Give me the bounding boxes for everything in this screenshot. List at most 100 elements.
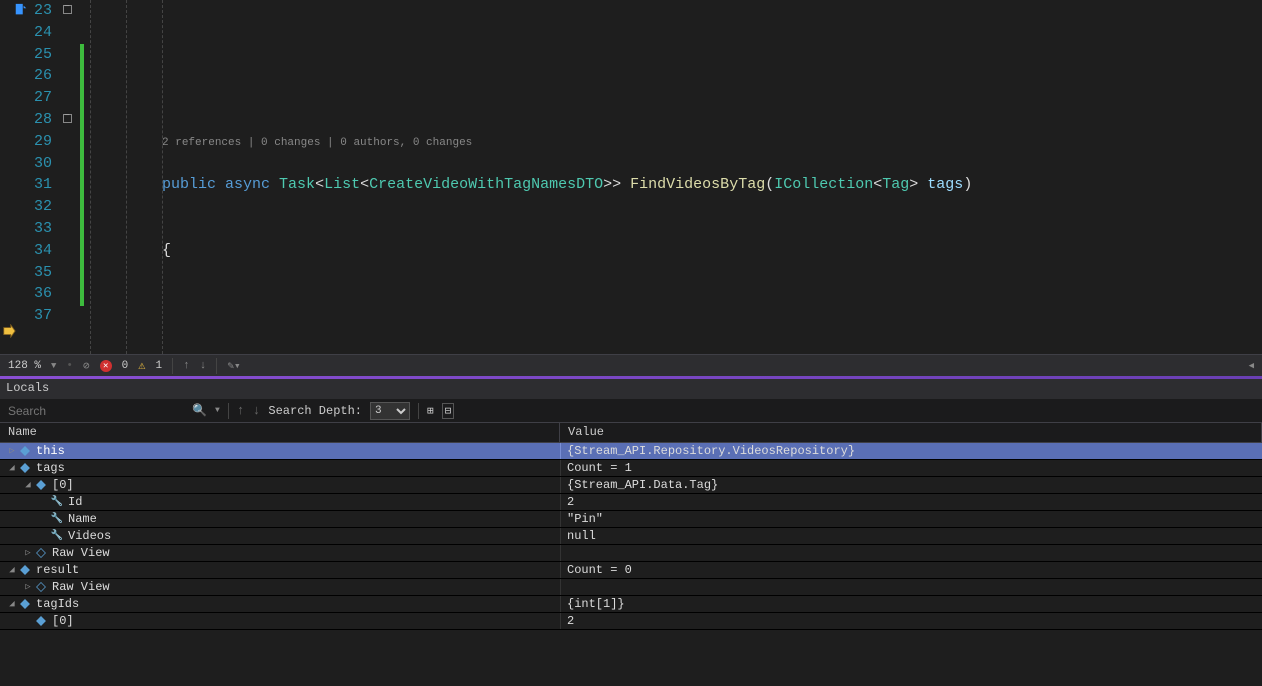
property-icon: 🔧 — [50, 513, 64, 525]
line-number: 32 — [20, 196, 52, 218]
expand-toggle-icon[interactable]: ◢ — [6, 565, 18, 575]
current-statement-arrow-icon — [2, 324, 16, 338]
variable-name: tags — [36, 461, 65, 475]
arrow-down-icon[interactable]: ↓ — [253, 403, 261, 418]
locals-row[interactable]: 🔧Name"Pin" — [0, 511, 1262, 528]
brush-icon[interactable]: ✎▾ — [227, 359, 240, 373]
locals-panel: Locals 🔍 ▼ ↑ ↓ Search Depth: 3 ⊞ ⊟ Name … — [0, 379, 1262, 686]
locals-row-value: {Stream_API.Data.Tag} — [560, 477, 1262, 493]
code-editor[interactable]: 23 24 25 26 27 28 29 30 31 32 33 34 35 3… — [0, 0, 1262, 354]
locals-row[interactable]: ▷this{Stream_API.Repository.VideosReposi… — [0, 443, 1262, 460]
object-icon — [34, 615, 48, 627]
locals-panel-title[interactable]: Locals — [0, 379, 1262, 399]
expand-toggle-icon[interactable]: ◢ — [6, 463, 18, 473]
locals-row-value: Count = 1 — [560, 460, 1262, 476]
column-header-name[interactable]: Name — [0, 423, 560, 442]
search-icon[interactable]: 🔍 — [192, 403, 207, 418]
search-input[interactable] — [4, 402, 184, 420]
variable-name: tagIds — [36, 597, 79, 611]
scroll-left-icon[interactable]: ◀ — [1249, 361, 1254, 371]
locals-row-value: 2 — [560, 494, 1262, 510]
expand-toggle-icon[interactable]: ▷ — [22, 548, 34, 558]
code-line[interactable]: public async Task<List<CreateVideoWithTa… — [86, 174, 1262, 196]
variable-name: Videos — [68, 529, 111, 543]
locals-toolbar: 🔍 ▼ ↑ ↓ Search Depth: 3 ⊞ ⊟ — [0, 399, 1262, 423]
expand-toggle-icon[interactable]: ▷ — [22, 582, 34, 592]
locals-row-name: 🔧Id — [0, 495, 560, 509]
fold-gutter[interactable] — [60, 0, 80, 354]
locals-row[interactable]: [0] 2 — [0, 613, 1262, 630]
locals-grid-body[interactable]: ▷this{Stream_API.Repository.VideosReposi… — [0, 443, 1262, 686]
locals-row-name: ▷this — [0, 444, 560, 458]
expand-toggle-icon[interactable]: ▷ — [6, 446, 18, 456]
expand-toggle-icon[interactable]: ◢ — [22, 480, 34, 490]
code-area[interactable]: 2 references | 0 changes | 0 authors, 0 … — [86, 0, 1262, 354]
variable-name: result — [36, 563, 79, 577]
warning-icon[interactable]: ⚠ — [138, 358, 145, 373]
column-header-value[interactable]: Value — [560, 423, 1262, 442]
arrow-up-icon[interactable]: ↑ — [237, 403, 245, 418]
error-icon[interactable]: ✕ — [100, 360, 112, 372]
locals-row-value: 2 — [560, 613, 1262, 629]
line-number: 35 — [20, 262, 52, 284]
variable-name: [0] — [52, 614, 74, 628]
locals-row[interactable]: 🔧Id2 — [0, 494, 1262, 511]
object-icon — [34, 581, 48, 593]
variable-name: Raw View — [52, 580, 110, 594]
indent-guide — [162, 0, 163, 354]
variable-name: Raw View — [52, 546, 110, 560]
chevron-down-icon[interactable]: ▼ — [215, 406, 220, 415]
locals-row-value: {int[1]} — [560, 596, 1262, 612]
code-line[interactable]: 2 references | 0 changes | 0 authors, 0 … — [86, 131, 1262, 153]
object-icon — [34, 479, 48, 491]
locals-row[interactable]: ◢ [0] {Stream_API.Data.Tag} — [0, 477, 1262, 494]
line-number: 33 — [20, 218, 52, 240]
locals-row-name: ▷ Raw View — [0, 580, 560, 594]
locals-row[interactable]: 🔧Videosnull — [0, 528, 1262, 545]
locals-row-name: [0] — [0, 614, 560, 628]
line-number: 25 — [20, 44, 52, 66]
locals-grid-header: Name Value — [0, 423, 1262, 443]
object-icon — [18, 598, 32, 610]
editor-status-bar: 128 % ▼ • ⊘ ✕0 ⚠1 ↑ ↓ ✎▾ ◀ — [0, 354, 1262, 376]
search-depth-select[interactable]: 3 — [370, 402, 410, 420]
no-issues-icon: ⊘ — [83, 359, 90, 373]
list-view-icon[interactable]: ⊟ — [442, 403, 455, 419]
expand-toggle-icon[interactable]: ◢ — [6, 599, 18, 609]
codelens[interactable]: 2 references | 0 changes | 0 authors, 0 … — [162, 137, 472, 149]
locals-row-value — [560, 579, 1262, 595]
locals-row[interactable]: ◢ result Count = 0 — [0, 562, 1262, 579]
arrow-up-icon[interactable]: ↑ — [183, 360, 190, 372]
fold-toggle-icon[interactable] — [63, 5, 72, 14]
code-line[interactable] — [86, 305, 1262, 327]
chevron-down-icon[interactable]: ▼ — [51, 361, 56, 371]
line-number: 29 — [20, 131, 52, 153]
error-count: 0 — [122, 360, 129, 372]
locals-row-value — [560, 545, 1262, 561]
line-number: 26 — [20, 65, 52, 87]
object-icon — [18, 462, 32, 474]
breakpoint-gutter[interactable] — [0, 0, 20, 354]
object-icon — [18, 445, 32, 457]
locals-row-value: {Stream_API.Repository.VideosRepository} — [560, 443, 1262, 459]
locals-row-value: "Pin" — [560, 511, 1262, 527]
locals-row[interactable]: ▷ Raw View — [0, 545, 1262, 562]
arrow-down-icon[interactable]: ↓ — [200, 360, 207, 372]
locals-row-name: ◢ tags — [0, 461, 560, 475]
zoom-level[interactable]: 128 % — [8, 360, 41, 372]
locals-row[interactable]: ◢ tags Count = 1 — [0, 460, 1262, 477]
property-icon: 🔧 — [50, 530, 64, 542]
line-number: 31 — [20, 174, 52, 196]
code-line[interactable]: { — [86, 240, 1262, 262]
locals-row-value: Count = 0 — [560, 562, 1262, 578]
variable-name: [0] — [52, 478, 74, 492]
locals-row[interactable]: ▷ Raw View — [0, 579, 1262, 596]
object-icon — [34, 547, 48, 559]
line-number-gutter: 23 24 25 26 27 28 29 30 31 32 33 34 35 3… — [20, 0, 60, 354]
fold-toggle-icon[interactable] — [63, 114, 72, 123]
tree-view-icon[interactable]: ⊞ — [427, 404, 434, 418]
line-number: 37 — [20, 305, 52, 327]
locals-row[interactable]: ◢ tagIds {int[1]} — [0, 596, 1262, 613]
line-number: 34 — [20, 240, 52, 262]
locals-row-name: ▷ Raw View — [0, 546, 560, 560]
